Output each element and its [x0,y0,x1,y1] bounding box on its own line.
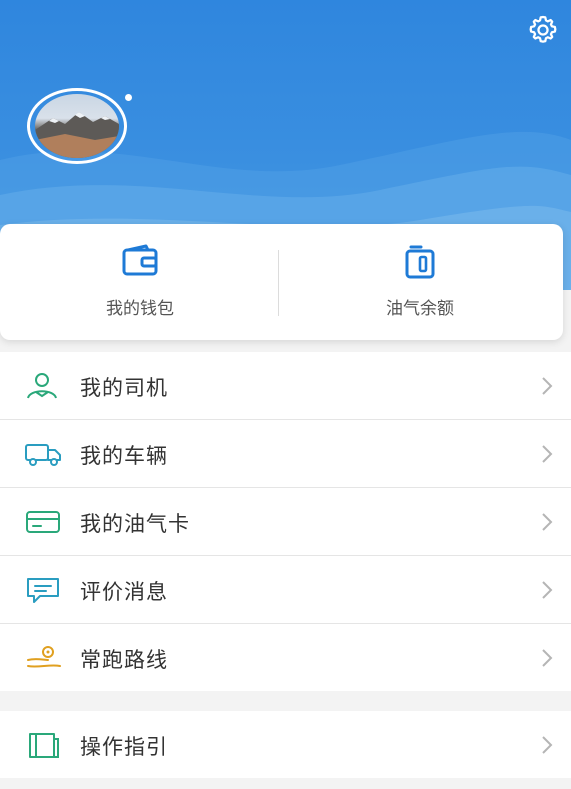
quick-actions-card: 我的钱包 油气余额 [0,224,563,340]
avatar[interactable] [27,88,132,168]
menu-item-reviews[interactable]: 评价消息 [0,556,571,624]
message-icon [24,576,64,604]
chevron-right-icon [541,735,553,759]
quick-item-label: 我的钱包 [106,299,174,319]
driver-icon [24,372,64,400]
menu-item-label: 常跑路线 [80,648,168,672]
menu-item-label: 我的油气卡 [80,512,190,536]
chevron-right-icon [541,512,553,536]
truck-icon [24,440,64,468]
menu-list: 我的司机 我的车辆 我的油气卡 评价消息 常跑路线 [0,352,571,691]
wallet-icon [120,244,160,282]
menu-item-operation-guide[interactable]: 操作指引 [0,711,571,778]
menu-item-label: 操作指引 [80,735,168,759]
chevron-right-icon [541,376,553,400]
guide-book-icon [24,731,64,759]
chevron-right-icon [541,648,553,672]
menu-item-label: 我的司机 [80,376,168,400]
quick-item-wallet[interactable]: 我的钱包 [0,224,280,340]
avatar-ring-dot [125,94,132,101]
chevron-right-icon [541,444,553,468]
chevron-right-icon [541,580,553,604]
settings-button[interactable] [523,10,563,50]
menu-item-my-drivers[interactable]: 我的司机 [0,352,571,420]
card-icon [24,508,64,536]
route-icon [24,644,64,672]
menu-item-my-vehicles[interactable]: 我的车辆 [0,420,571,488]
menu-item-label: 我的车辆 [80,444,168,468]
quick-item-balance[interactable]: 油气余额 [280,224,560,340]
menu-item-my-fuel-card[interactable]: 我的油气卡 [0,488,571,556]
quick-item-label: 油气余额 [386,299,454,319]
avatar-image [35,94,119,158]
menu-list-secondary: 操作指引 [0,711,571,778]
gear-icon [529,15,557,43]
menu-item-label: 评价消息 [80,580,168,604]
menu-item-frequent-routes[interactable]: 常跑路线 [0,624,571,691]
balance-card-icon [403,244,437,284]
quick-divider [278,250,279,316]
